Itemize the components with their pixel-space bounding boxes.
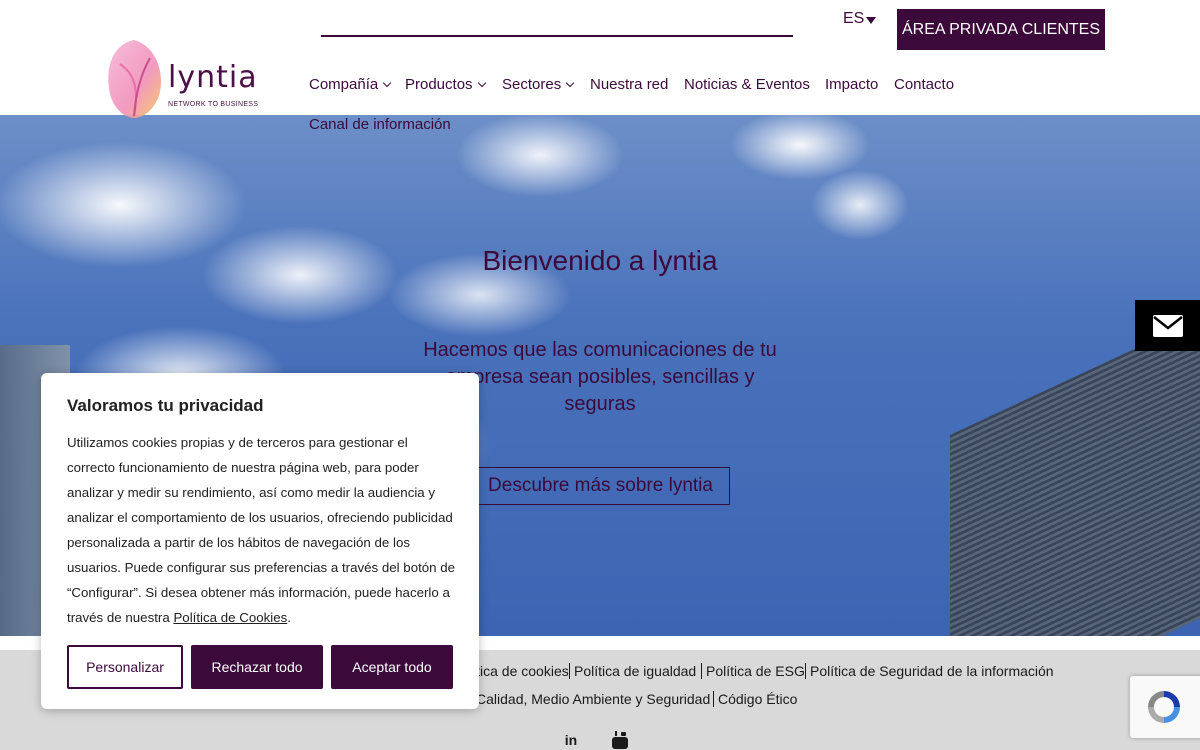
cookie-title: Valoramos tu privacidad	[67, 396, 264, 415]
chevron-down-icon	[477, 78, 486, 88]
lyntia-logo[interactable]: lyntia NETWORK TO BUSINESS	[104, 36, 264, 120]
logo-petal-icon	[108, 40, 161, 118]
linkedin-icon[interactable]: in	[561, 730, 581, 750]
site-header: lyntia NETWORK TO BUSINESS ES ÁREA PRIVA…	[0, 0, 1200, 133]
discover-more-button[interactable]: Descubre más sobre lyntia	[471, 467, 730, 505]
reject-all-button[interactable]: Rechazar todo	[191, 645, 323, 689]
customize-button[interactable]: Personalizar	[67, 645, 183, 689]
nav-item-impacto[interactable]: Impacto	[825, 76, 878, 93]
youtube-glyph-icon	[612, 731, 628, 749]
recaptcha-icon	[1148, 691, 1180, 723]
nav-label: Productos	[405, 76, 473, 93]
recaptcha-badge[interactable]	[1130, 676, 1200, 738]
caret-down-icon[interactable]	[866, 17, 876, 24]
accept-all-button[interactable]: Aceptar todo	[331, 645, 453, 689]
search-input[interactable]	[321, 35, 793, 37]
footer-link-codigo-etico[interactable]: Código Ético	[718, 691, 797, 707]
footer-link-igualdad[interactable]: Política de igualdad	[574, 663, 696, 679]
nav-item-productos[interactable]: Productos	[405, 76, 486, 93]
footer-link-esg[interactable]: Política de ESG	[706, 663, 805, 679]
footer-separator	[805, 663, 806, 679]
nav-item-canal-informacion[interactable]: Canal de información	[309, 116, 451, 133]
contact-mail-button[interactable]	[1135, 300, 1200, 351]
footer-separator	[569, 663, 570, 679]
chevron-down-icon	[382, 78, 392, 88]
nav-item-contacto[interactable]: Contacto	[894, 76, 954, 93]
youtube-icon[interactable]	[610, 730, 630, 750]
nav-label: Compañía	[309, 76, 379, 93]
footer-link-seguridad[interactable]: Política de Seguridad de la información	[810, 663, 1054, 679]
hero-title: Bienvenido a lyntia	[482, 245, 718, 276]
nav-item-sectores[interactable]: Sectores	[502, 76, 575, 93]
logo-tagline: NETWORK TO BUSINESS	[168, 101, 259, 108]
footer-link-calidad[interactable]: Calidad, Medio Ambiente y Seguridad	[476, 691, 710, 707]
cookie-consent-dialog: Valoramos tu privacidad Utilizamos cooki…	[41, 373, 479, 709]
footer-separator	[701, 663, 702, 679]
nav-label: Sectores	[502, 76, 562, 93]
nav-item-noticias[interactable]: Noticias & Eventos	[684, 76, 810, 93]
nav-item-nuestra-red[interactable]: Nuestra red	[590, 76, 668, 93]
chevron-down-icon	[565, 78, 575, 88]
cookie-text: Utilizamos cookies propias y de terceros…	[67, 430, 459, 630]
footer-separator	[713, 691, 714, 707]
nav-item-compania[interactable]: Compañía	[309, 76, 392, 93]
private-area-button[interactable]: ÁREA PRIVADA CLIENTES	[897, 9, 1105, 50]
logo-text: lyntia	[168, 60, 258, 95]
cookie-body-text: Utilizamos cookies propias y de terceros…	[67, 435, 456, 625]
envelope-icon	[1152, 314, 1183, 337]
cookie-body-end: .	[287, 610, 291, 625]
language-selector[interactable]: ES	[843, 10, 864, 28]
cookie-policy-link[interactable]: Política de Cookies	[173, 610, 287, 625]
